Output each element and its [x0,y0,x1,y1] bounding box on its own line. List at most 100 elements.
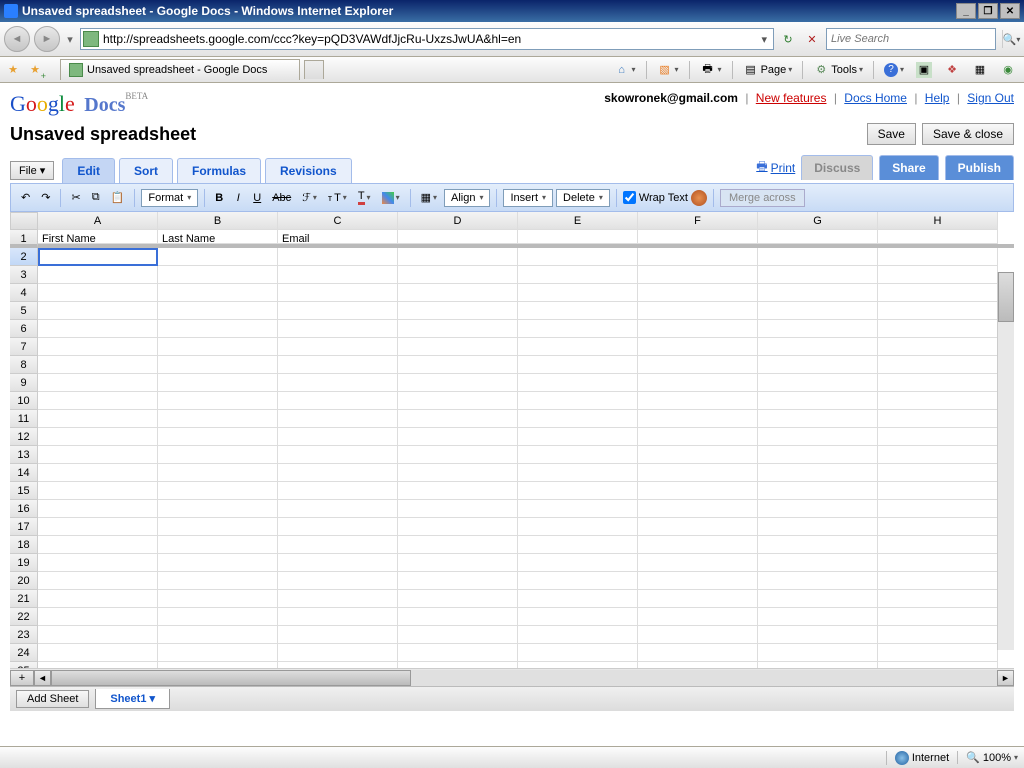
cell-H3[interactable] [878,266,998,284]
cell-C20[interactable] [278,572,398,590]
cell-B11[interactable] [158,410,278,428]
cell-H22[interactable] [878,608,998,626]
cell-A13[interactable] [38,446,158,464]
cell-H24[interactable] [878,644,998,662]
cell-B4[interactable] [158,284,278,302]
cell-D7[interactable] [398,338,518,356]
cell-A9[interactable] [38,374,158,392]
cell-E1[interactable] [518,230,638,244]
row-header-20[interactable]: 20 [10,572,38,590]
row-header-15[interactable]: 15 [10,482,38,500]
cell-H25[interactable] [878,662,998,668]
cell-G15[interactable] [758,482,878,500]
new-features-link[interactable]: New features [756,91,827,105]
row-header-1[interactable]: 1 [10,230,38,248]
cell-G5[interactable] [758,302,878,320]
zoom-control[interactable]: 🔍 100% ▾ [957,751,1018,764]
cell-B18[interactable] [158,536,278,554]
cell-F24[interactable] [638,644,758,662]
cell-D1[interactable] [398,230,518,244]
paste-button[interactable]: 📋 [107,189,129,206]
google-docs-logo[interactable]: Google DocsBETA [10,91,148,117]
cell-C18[interactable] [278,536,398,554]
cell-B12[interactable] [158,428,278,446]
cell-C19[interactable] [278,554,398,572]
cell-D16[interactable] [398,500,518,518]
nav-history-dropdown[interactable]: ▾ [64,33,76,46]
address-bar[interactable]: ▾ [80,28,774,50]
row-header-13[interactable]: 13 [10,446,38,464]
cell-A6[interactable] [38,320,158,338]
row-header-8[interactable]: 8 [10,356,38,374]
home-button[interactable]: ⌂▾ [610,60,640,80]
cell-C8[interactable] [278,356,398,374]
hscroll-track[interactable] [51,670,997,686]
cell-A21[interactable] [38,590,158,608]
cell-G13[interactable] [758,446,878,464]
cell-G6[interactable] [758,320,878,338]
ext-icon-2[interactable]: ❖ [940,60,964,80]
refresh-button[interactable]: ↻ [778,29,798,49]
tab-share[interactable]: Share [879,155,938,180]
cell-E4[interactable] [518,284,638,302]
cell-A5[interactable] [38,302,158,320]
row-header-17[interactable]: 17 [10,518,38,536]
cell-E2[interactable] [518,248,638,266]
back-button[interactable]: ◄ [4,26,30,52]
italic-button[interactable]: I [230,190,246,206]
cell-F8[interactable] [638,356,758,374]
cell-G2[interactable] [758,248,878,266]
font-size-button[interactable]: тT▾ [324,190,351,206]
cell-E12[interactable] [518,428,638,446]
cell-F18[interactable] [638,536,758,554]
cell-E11[interactable] [518,410,638,428]
maximize-button[interactable]: ❐ [978,3,998,19]
row-header-22[interactable]: 22 [10,608,38,626]
cell-A1[interactable]: First Name [38,230,158,244]
delete-dropdown[interactable]: Delete▾ [556,189,610,207]
cell-C16[interactable] [278,500,398,518]
col-header-B[interactable]: B [158,212,278,230]
tab-revisions[interactable]: Revisions [265,158,352,183]
sheet-tab-1[interactable]: Sheet1 ▾ [95,689,170,709]
cell-D20[interactable] [398,572,518,590]
row-header-10[interactable]: 10 [10,392,38,410]
cell-D11[interactable] [398,410,518,428]
cell-B5[interactable] [158,302,278,320]
cell-C25[interactable] [278,662,398,668]
cell-A20[interactable] [38,572,158,590]
cell-C6[interactable] [278,320,398,338]
underline-button[interactable]: U [249,190,265,206]
feeds-button[interactable]: ▧▾ [653,60,683,80]
cell-H2[interactable] [878,248,998,266]
cell-B7[interactable] [158,338,278,356]
cell-G12[interactable] [758,428,878,446]
font-family-button[interactable]: ℱ▾ [298,189,321,206]
tab-publish[interactable]: Publish [945,155,1014,180]
cell-F9[interactable] [638,374,758,392]
cell-A17[interactable] [38,518,158,536]
cell-D15[interactable] [398,482,518,500]
page-menu[interactable]: ▤Page▾ [739,60,797,80]
cell-D22[interactable] [398,608,518,626]
cell-E13[interactable] [518,446,638,464]
cell-D5[interactable] [398,302,518,320]
row-header-6[interactable]: 6 [10,320,38,338]
row-header-9[interactable]: 9 [10,374,38,392]
cell-G9[interactable] [758,374,878,392]
cell-E10[interactable] [518,392,638,410]
browser-tab[interactable]: Unsaved spreadsheet - Google Docs [60,59,300,80]
favorites-star-icon[interactable]: ★ [4,61,22,79]
cell-E14[interactable] [518,464,638,482]
row-header-5[interactable]: 5 [10,302,38,320]
docs-home-link[interactable]: Docs Home [844,91,907,105]
cell-A23[interactable] [38,626,158,644]
cell-H10[interactable] [878,392,998,410]
search-box[interactable] [826,28,996,50]
row-header-23[interactable]: 23 [10,626,38,644]
cell-E23[interactable] [518,626,638,644]
cell-A18[interactable] [38,536,158,554]
cell-C23[interactable] [278,626,398,644]
cell-F19[interactable] [638,554,758,572]
merge-across-button[interactable]: Merge across [720,189,805,207]
